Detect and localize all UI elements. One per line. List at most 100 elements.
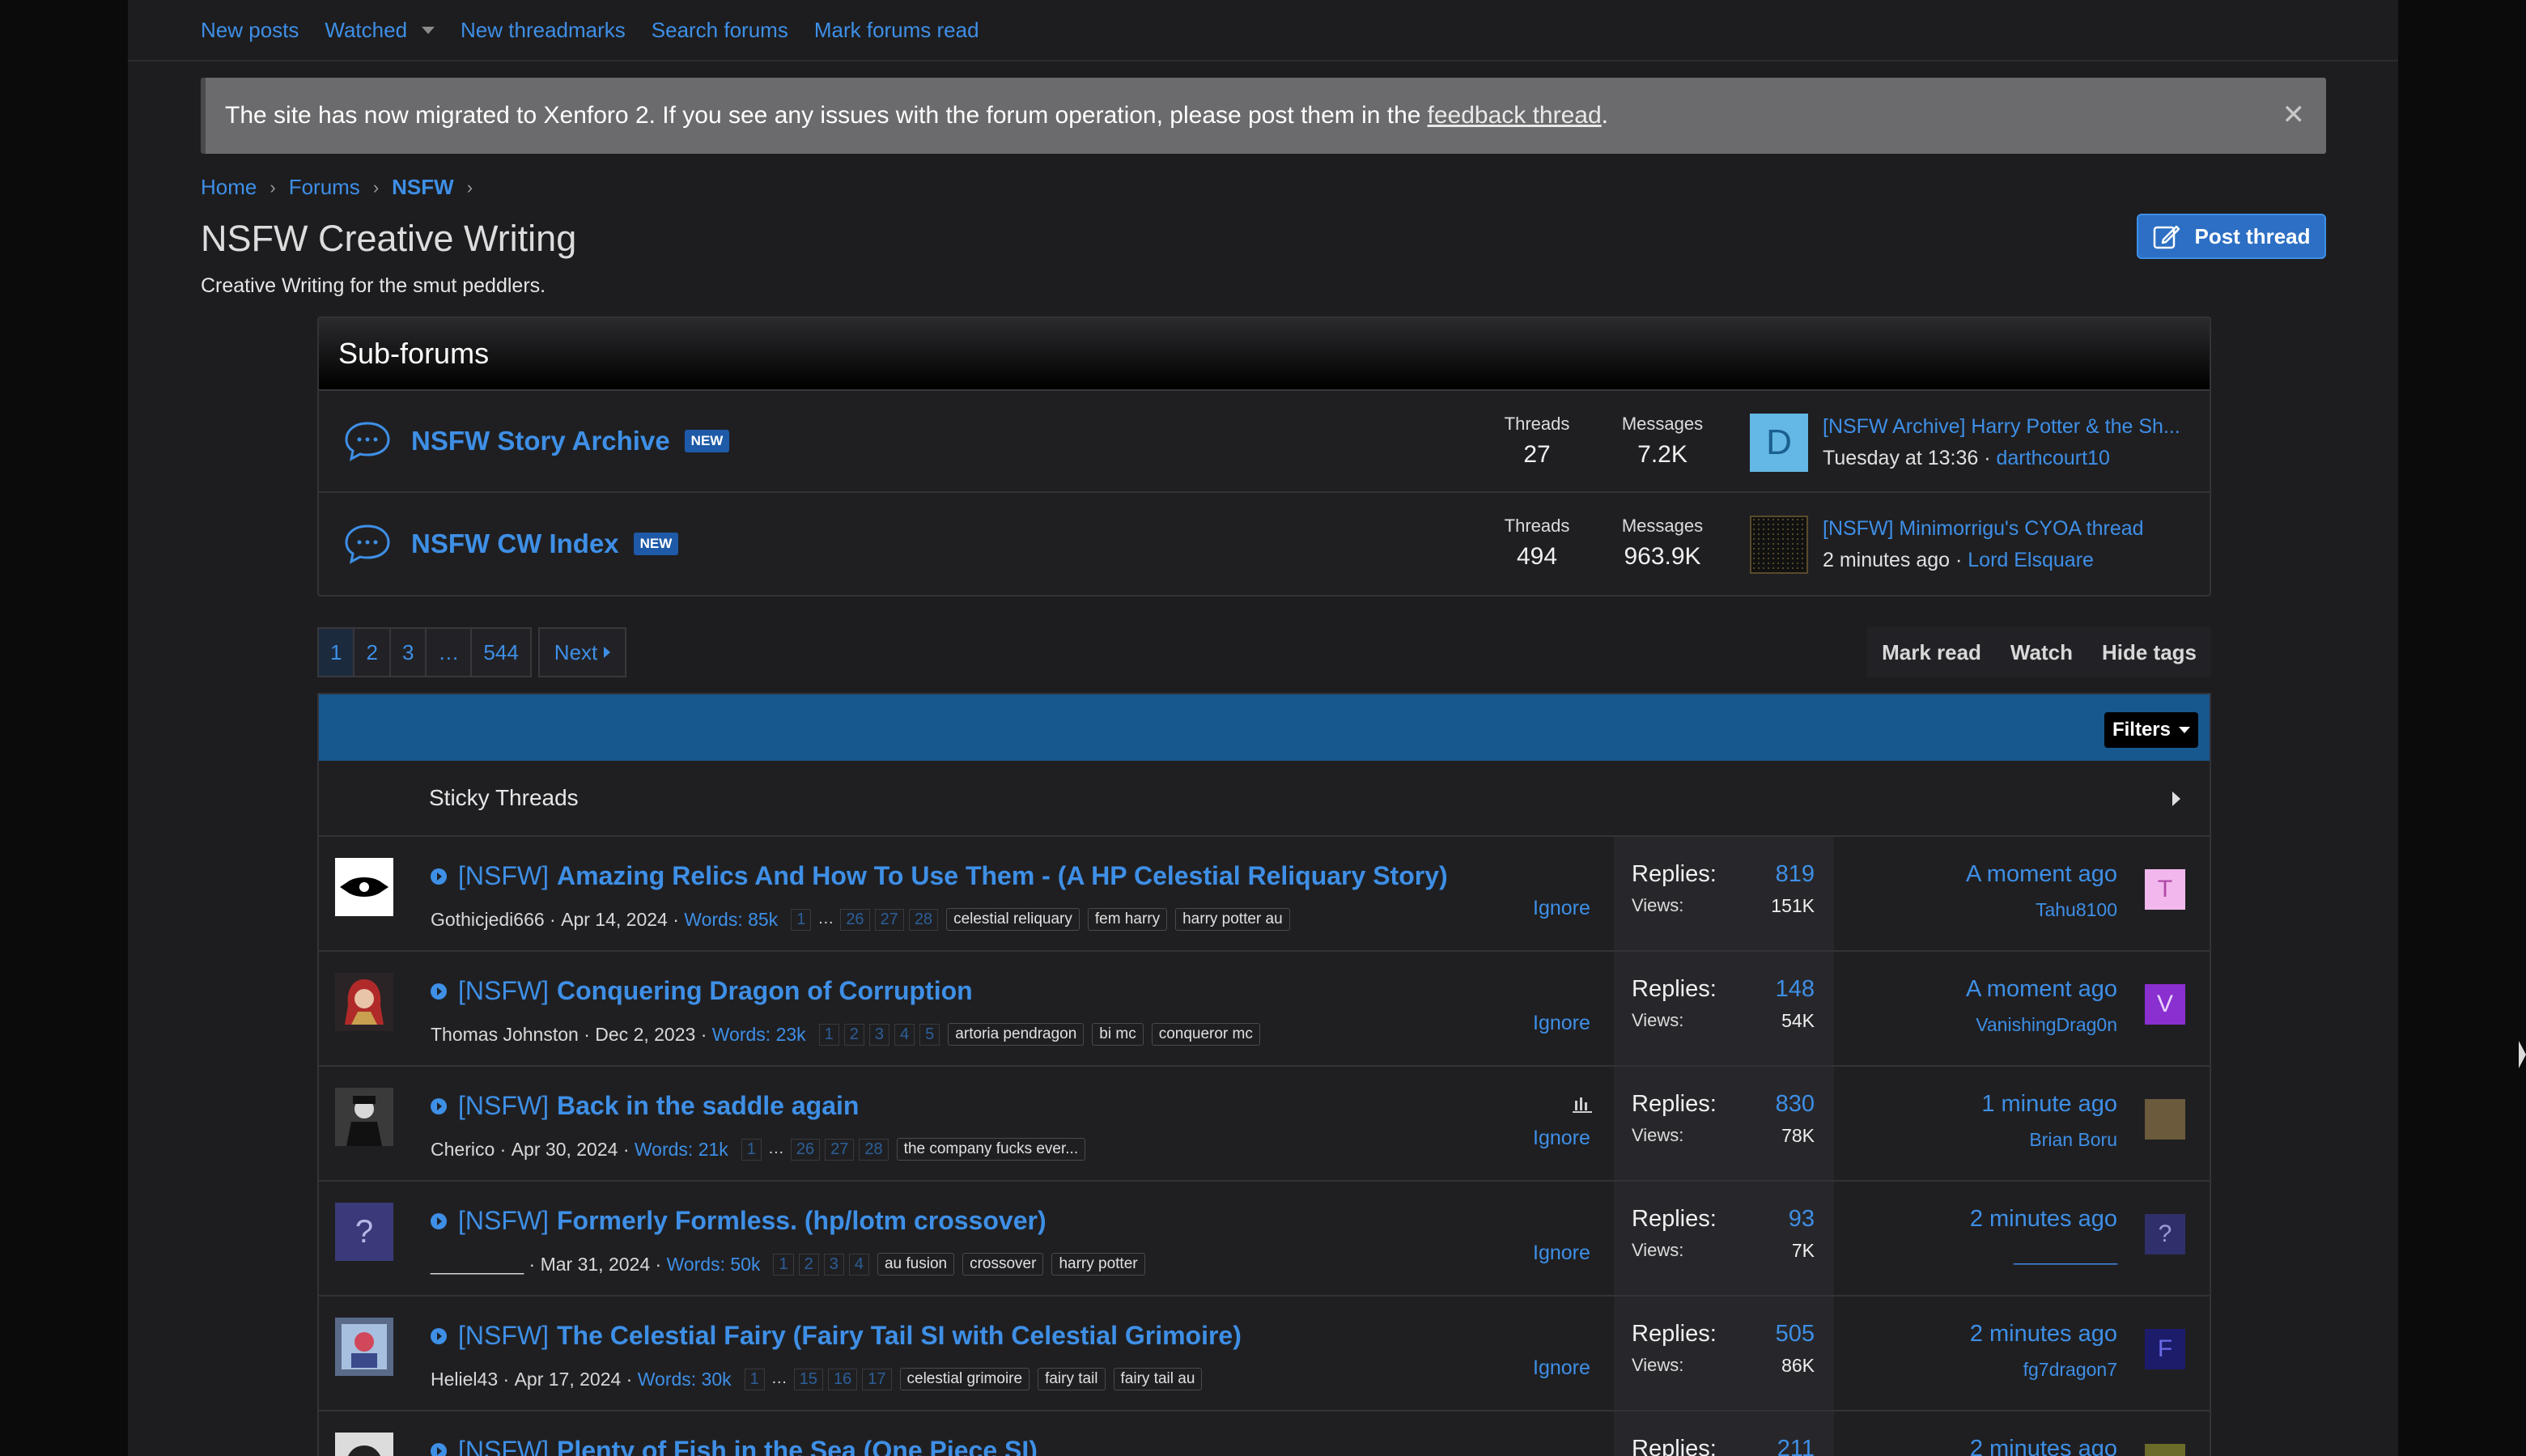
ignore-button[interactable]: Ignore — [1533, 1127, 1590, 1150]
page-2[interactable]: 2 — [353, 627, 391, 677]
thread-date[interactable]: Apr 14, 2024 — [561, 909, 668, 931]
nav-new-threadmarks[interactable]: New threadmarks — [461, 18, 626, 43]
thread-author[interactable]: _________ — [431, 1254, 524, 1276]
page-last[interactable]: 544 — [470, 627, 532, 677]
last-post-time[interactable]: 2 minutes ago — [1970, 1321, 2117, 1348]
go-to-first-unread-icon[interactable] — [431, 1327, 447, 1344]
thread-words[interactable]: Words: 30k — [638, 1369, 732, 1390]
ignore-button[interactable]: Ignore — [1533, 1242, 1590, 1265]
thread-tag[interactable]: fem harry — [1087, 908, 1168, 931]
replies-count[interactable]: 505 — [1776, 1321, 1815, 1348]
last-post-user[interactable]: Lord Elsquare — [1968, 549, 2094, 571]
thread-page-link[interactable]: 1 — [741, 1138, 762, 1161]
last-post-user[interactable]: Brian Boru — [1981, 1129, 2117, 1151]
thread-page-link[interactable]: 16 — [828, 1368, 858, 1390]
thread-page-link[interactable]: 1 — [773, 1253, 794, 1276]
thread-title-link[interactable]: Formerly Formless. (hp/lotm crossover) — [557, 1206, 1046, 1236]
thread-page-link[interactable]: 5 — [919, 1023, 940, 1046]
thread-tag[interactable]: the company fucks ever... — [896, 1138, 1086, 1161]
avatar[interactable] — [335, 1433, 393, 1456]
thread-tag[interactable]: artoria pendragon — [948, 1023, 1085, 1046]
thread-title-link[interactable]: Conquering Dragon of Corruption — [557, 976, 973, 1006]
thread-author[interactable]: Cherico — [431, 1139, 495, 1161]
thread-words[interactable]: Words: 21k — [635, 1139, 728, 1161]
breadcrumb-forums[interactable]: Forums — [289, 175, 360, 200]
last-post-time[interactable]: A moment ago — [1966, 861, 2117, 888]
thread-page-link[interactable]: … — [816, 909, 835, 931]
thread-page-link[interactable]: 17 — [862, 1368, 892, 1390]
avatar[interactable] — [335, 1088, 393, 1146]
nav-watched[interactable]: Watched — [325, 18, 435, 43]
thread-author[interactable]: Heliel43 — [431, 1369, 498, 1390]
breadcrumb-nsfw[interactable]: NSFW — [392, 175, 454, 200]
last-post-user[interactable]: __________ — [1970, 1244, 2117, 1266]
thread-title-link[interactable]: The Celestial Fairy (Fairy Tail SI with … — [557, 1321, 1242, 1351]
thread-tag[interactable]: conqueror mc — [1151, 1023, 1260, 1046]
thread-page-link[interactable]: … — [770, 1369, 789, 1390]
thread-tag[interactable]: fairy tail — [1038, 1368, 1106, 1390]
thread-prefix[interactable]: [NSFW] — [458, 1436, 549, 1456]
replies-count[interactable]: 819 — [1776, 861, 1815, 888]
avatar[interactable]: V — [2145, 984, 2185, 1025]
chevron-down-icon[interactable] — [422, 26, 435, 34]
go-to-first-unread-icon[interactable] — [431, 1097, 447, 1114]
sticky-threads-header[interactable]: Sticky Threads — [319, 761, 2210, 837]
avatar[interactable]: F — [2145, 1329, 2185, 1369]
thread-page-link[interactable]: 2 — [798, 1253, 819, 1276]
last-post-user[interactable]: fg7dragon7 — [1970, 1359, 2117, 1381]
thread-tag[interactable]: fairy tail au — [1113, 1368, 1203, 1390]
chevron-right-icon[interactable] — [2172, 792, 2180, 806]
thread-prefix[interactable]: [NSFW] — [458, 1206, 549, 1236]
page-1[interactable]: 1 — [317, 627, 355, 677]
thread-tag[interactable]: bi mc — [1092, 1023, 1144, 1046]
thread-words[interactable]: Words: 50k — [667, 1254, 761, 1276]
thread-title-link[interactable]: Amazing Relics And How To Use Them - (A … — [557, 861, 1448, 891]
thread-date[interactable]: Apr 30, 2024 — [512, 1139, 618, 1161]
thread-page-link[interactable]: 28 — [908, 908, 939, 931]
thread-prefix[interactable]: [NSFW] — [458, 1321, 549, 1351]
close-icon[interactable]: ✕ — [2282, 99, 2306, 131]
thread-page-link[interactable]: 2 — [843, 1023, 864, 1046]
thread-page-link[interactable]: 27 — [825, 1138, 855, 1161]
breadcrumb-home[interactable]: Home — [201, 175, 257, 200]
nav-search-forums[interactable]: Search forums — [652, 18, 788, 43]
next-page-button[interactable]: Next — [537, 627, 627, 677]
ignore-button[interactable]: Ignore — [1533, 1012, 1590, 1035]
last-post-time[interactable]: A moment ago — [1966, 976, 2117, 1003]
last-post-user[interactable]: darthcourt10 — [1996, 447, 2109, 469]
thread-page-link[interactable]: 1 — [744, 1368, 765, 1390]
thread-title-link[interactable]: Plenty of Fish in the Sea (One Piece SI) — [557, 1436, 1038, 1456]
last-post-title[interactable]: [NSFW] Minimorrigu's CYOA thread — [1823, 517, 2144, 541]
thread-date[interactable]: Mar 31, 2024 — [541, 1254, 651, 1276]
nav-new-posts[interactable]: New posts — [201, 18, 299, 43]
nav-mark-forums-read[interactable]: Mark forums read — [814, 18, 979, 43]
avatar[interactable]: ? — [2145, 1214, 2185, 1254]
watch-button[interactable]: Watch — [1995, 627, 2087, 677]
thread-tag[interactable]: harry potter — [1051, 1253, 1145, 1276]
thread-tag[interactable]: celestial reliquary — [946, 908, 1080, 931]
replies-count[interactable]: 830 — [1776, 1091, 1815, 1118]
last-post-title[interactable]: [NSFW Archive] Harry Potter & the Sh... — [1823, 415, 2180, 439]
avatar[interactable] — [2145, 1099, 2185, 1140]
thread-page-link[interactable]: 1 — [791, 908, 812, 931]
thread-page-link[interactable]: 26 — [790, 1138, 821, 1161]
avatar[interactable]: T — [2145, 869, 2185, 910]
thread-prefix[interactable]: [NSFW] — [458, 976, 549, 1006]
thread-page-link[interactable]: 4 — [894, 1023, 915, 1046]
go-to-first-unread-icon[interactable] — [431, 868, 447, 885]
replies-count[interactable]: 211 — [1777, 1436, 1815, 1456]
feedback-thread-link[interactable]: feedback thread — [1428, 102, 1602, 129]
filters-button[interactable]: Filters — [2104, 712, 2198, 748]
replies-count[interactable]: 148 — [1776, 976, 1815, 1003]
thread-tag[interactable]: crossover — [962, 1253, 1044, 1276]
last-post-time[interactable]: 1 minute ago — [1981, 1091, 2117, 1118]
avatar[interactable] — [335, 858, 393, 916]
thread-author[interactable]: Thomas Johnston — [431, 1024, 579, 1046]
thread-prefix[interactable]: [NSFW] — [458, 861, 549, 891]
post-thread-button[interactable]: Post thread — [2137, 214, 2326, 259]
page-3[interactable]: 3 — [388, 627, 427, 677]
thread-page-link[interactable]: 28 — [859, 1138, 889, 1161]
thread-page-link[interactable]: 4 — [848, 1253, 869, 1276]
thread-tag[interactable]: harry potter au — [1175, 908, 1290, 931]
avatar[interactable] — [335, 1318, 393, 1376]
